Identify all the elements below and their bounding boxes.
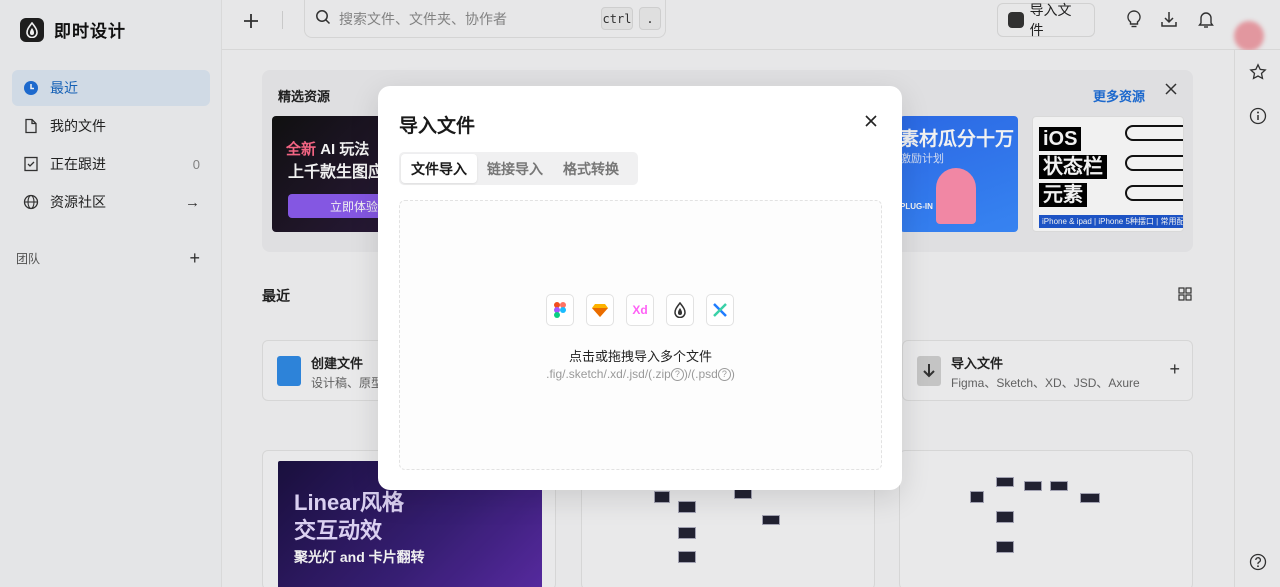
help-icon[interactable]: ? (670, 368, 684, 382)
jsd-icon (666, 294, 694, 326)
import-modal: 导入文件 文件导入 链接导入 格式转换 Xd 点击或拖拽导入多个文件 .fig/… (378, 86, 902, 490)
help-icon[interactable]: ? (717, 368, 731, 382)
sketch-icon (586, 294, 614, 326)
dropzone-main-text: 点击或拖拽导入多个文件 (568, 349, 712, 364)
format-icons: Xd (546, 294, 734, 326)
close-icon[interactable] (862, 112, 880, 130)
file-dropzone[interactable]: Xd 点击或拖拽导入多个文件 .fig/.sketch/.xd/.jsd/(.z… (399, 200, 882, 470)
dropzone-formats: .fig/.sketch/.xd/.jsd/(.zip?)/(.psd?) (546, 367, 735, 382)
axure-icon (706, 294, 734, 326)
xd-icon: Xd (626, 294, 654, 326)
tab-link-import[interactable]: 链接导入 (477, 154, 553, 183)
tab-format-convert[interactable]: 格式转换 (553, 154, 629, 183)
figma-icon (546, 294, 574, 326)
tab-file-import[interactable]: 文件导入 (401, 154, 477, 183)
import-tabs: 文件导入 链接导入 格式转换 (399, 152, 638, 185)
modal-title: 导入文件 (399, 116, 476, 137)
